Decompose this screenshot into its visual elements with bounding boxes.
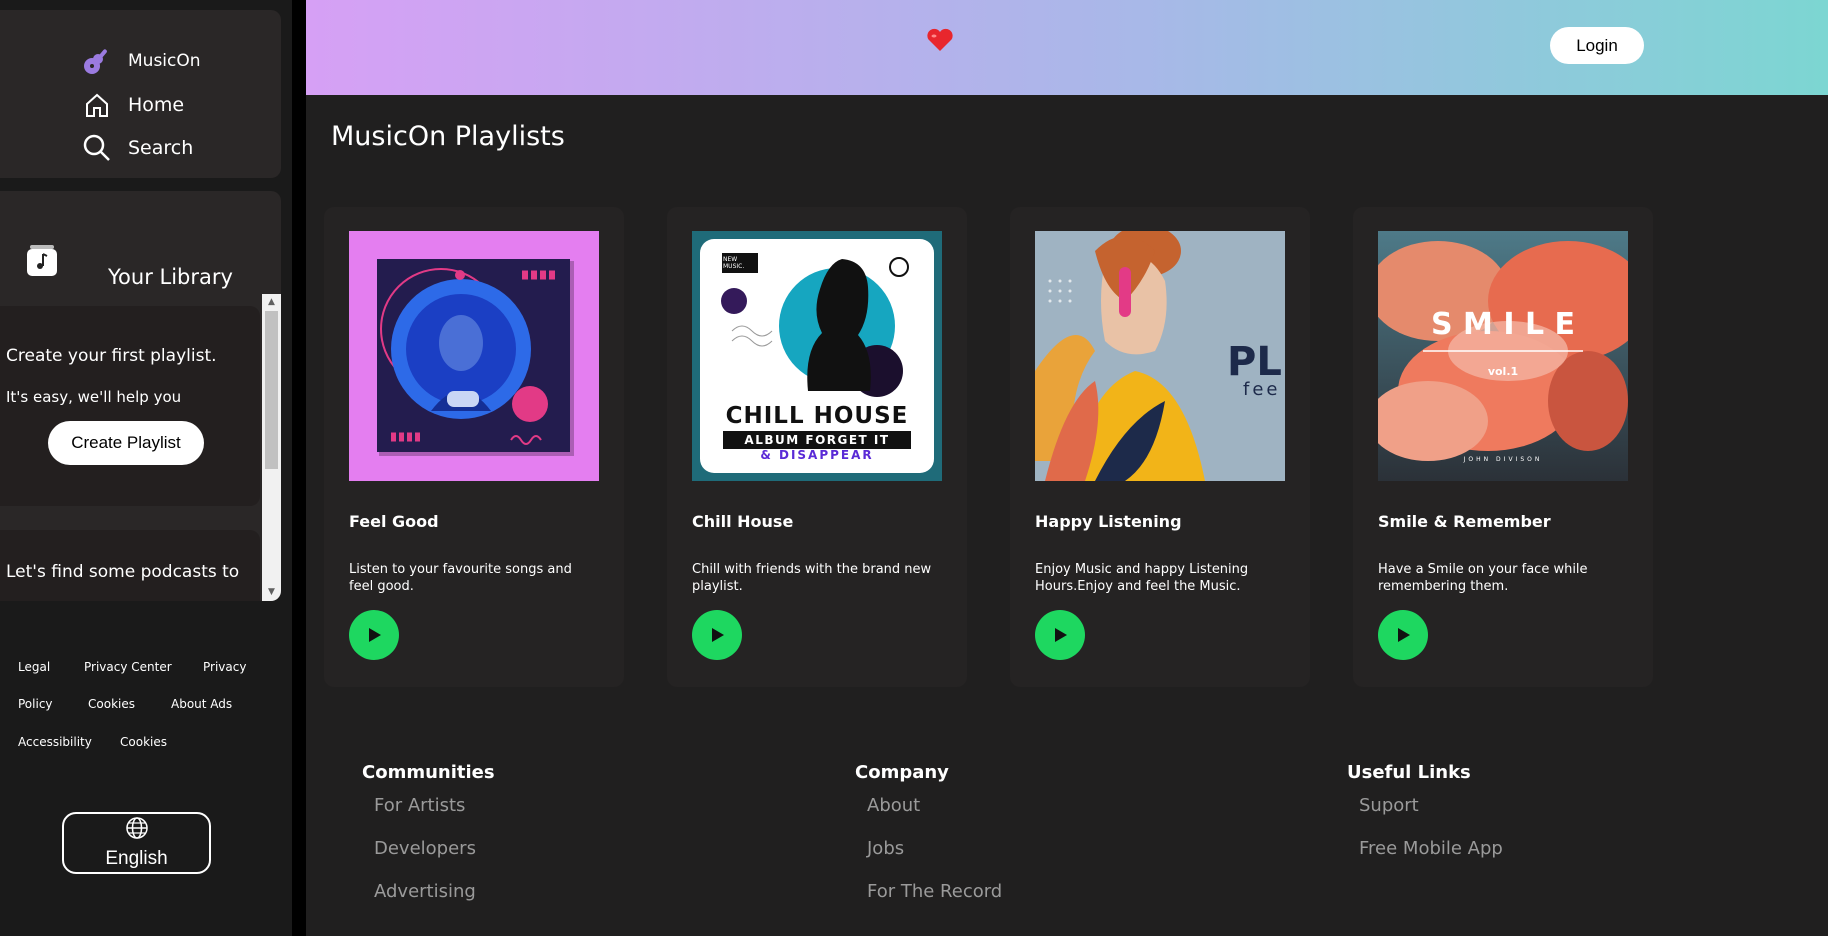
language-button[interactable]: English — [62, 812, 211, 874]
play-button[interactable] — [349, 610, 399, 660]
playlist-description: Have a Smile on your face while remember… — [1378, 562, 1588, 594]
cover-artist: JOHN DIVISON — [1463, 456, 1543, 463]
scroll-up-arrow-icon[interactable]: ▲ — [262, 294, 281, 311]
page-title: MusicOn Playlists — [331, 121, 565, 152]
library-scrollbar[interactable]: ▲ ▼ — [262, 294, 281, 601]
footer-link-developers[interactable]: Developers — [374, 838, 495, 859]
panel-divider — [292, 0, 306, 936]
nav-item-brand[interactable]: MusicOn — [80, 46, 201, 76]
link-cookies[interactable]: Cookies — [88, 697, 135, 711]
playlist-card[interactable]: NEW MUSIC. CHILL HOUSE ALBUM FORGET IT &… — [667, 207, 967, 687]
footer-link-support[interactable]: Suport — [1359, 795, 1503, 816]
play-icon — [712, 628, 724, 642]
play-button[interactable] — [1378, 610, 1428, 660]
home-icon — [80, 90, 114, 120]
footer-link-advertising[interactable]: Advertising — [374, 881, 495, 902]
create-playlist-card: Create your first playlist. It's easy, w… — [0, 306, 260, 506]
sidebar: MusicOn Home Search Your Library Create … — [0, 0, 292, 936]
cover-badge: NEW MUSIC. — [723, 256, 745, 270]
library-title: Your Library — [108, 265, 233, 289]
footer-link-for-the-record[interactable]: For The Record — [867, 881, 1002, 902]
link-privacy[interactable]: Privacy — [203, 660, 246, 674]
playlist-name: Happy Listening — [1035, 512, 1182, 531]
footer-link-about[interactable]: About — [867, 795, 1002, 816]
playlist-card[interactable]: Feel Good Listen to your favourite songs… — [324, 207, 624, 687]
play-icon — [369, 628, 381, 642]
search-icon — [80, 133, 114, 163]
cover-title: CHILL HOUSE — [725, 403, 909, 429]
playlist-card[interactable]: PL fee Happy Listening Enjoy Music and h… — [1010, 207, 1310, 687]
link-policy[interactable]: Policy — [18, 697, 53, 711]
link-privacy-center[interactable]: Privacy Center — [84, 660, 172, 674]
playlist-description: Chill with friends with the brand new pl… — [692, 562, 932, 594]
nav-panel: MusicOn Home Search — [0, 10, 281, 178]
library-scroll-area[interactable]: Create your first playlist. It's easy, w… — [0, 294, 281, 601]
playlist-card[interactable]: S M I L E vol.1 JOHN DIVISON Smile & Rem… — [1353, 207, 1653, 687]
cover-small-text: fee — [1243, 379, 1281, 400]
guitar-icon — [80, 46, 114, 76]
footer-link-for-artists[interactable]: For Artists — [374, 795, 495, 816]
library-icon[interactable] — [26, 243, 58, 277]
create-playlist-subtitle: It's easy, we'll help you — [6, 388, 182, 406]
playlist-name: Smile & Remember — [1378, 512, 1551, 531]
language-label: English — [105, 848, 168, 869]
cover-subtitle-2: & DISAPPEAR — [760, 448, 874, 462]
footer-heading: Communities — [362, 762, 495, 783]
link-cookies-2[interactable]: Cookies — [120, 735, 167, 749]
scroll-down-arrow-icon[interactable]: ▼ — [262, 584, 281, 601]
cover-vol: vol.1 — [1487, 365, 1519, 378]
main-content: Login MusicOn Playlists Feel Good Listen… — [306, 0, 1828, 936]
playlist-cover-feel-good[interactable] — [349, 231, 599, 481]
footer-column-useful-links: Useful Links Suport Free Mobile App — [1347, 762, 1503, 881]
play-icon — [1398, 628, 1410, 642]
login-button[interactable]: Login — [1550, 27, 1644, 64]
cover-title: S M I L E — [1430, 307, 1575, 342]
footer-link-jobs[interactable]: Jobs — [867, 838, 1002, 859]
playlist-description: Enjoy Music and happy Listening Hours.En… — [1035, 562, 1249, 594]
footer-heading: Useful Links — [1347, 762, 1471, 783]
brand-label: MusicOn — [128, 51, 201, 71]
podcast-card-title: Let's find some podcasts to — [6, 562, 240, 582]
scroll-thumb[interactable] — [265, 311, 278, 469]
play-button[interactable] — [1035, 610, 1085, 660]
cover-subtitle: ALBUM FORGET IT — [723, 431, 911, 449]
playlist-name: Chill House — [692, 512, 794, 531]
nav-item-home[interactable]: Home — [80, 90, 184, 120]
globe-icon — [125, 816, 149, 846]
link-accessibility[interactable]: Accessibility — [18, 735, 92, 749]
footer-link-free-mobile-app[interactable]: Free Mobile App — [1359, 838, 1503, 859]
top-bar: Login — [306, 0, 1828, 95]
footer-heading: Company — [855, 762, 949, 783]
playlist-cover-smile-remember[interactable]: S M I L E vol.1 JOHN DIVISON — [1378, 231, 1628, 481]
create-playlist-button[interactable]: Create Playlist — [48, 421, 204, 465]
play-button[interactable] — [692, 610, 742, 660]
footer-column-company: Company About Jobs For The Record — [855, 762, 1002, 924]
podcast-card: Let's find some podcasts to — [0, 530, 260, 601]
link-legal[interactable]: Legal — [18, 660, 50, 674]
playlist-name: Feel Good — [349, 512, 439, 531]
play-icon — [1055, 628, 1067, 642]
nav-item-search[interactable]: Search — [80, 133, 193, 163]
playlist-cover-chill-house[interactable]: NEW MUSIC. CHILL HOUSE ALBUM FORGET IT &… — [692, 231, 942, 481]
nav-label-search: Search — [128, 137, 194, 159]
link-about-ads[interactable]: About Ads — [171, 697, 232, 711]
heart-icon — [926, 28, 954, 52]
playlist-cover-happy-listening[interactable]: PL fee — [1035, 231, 1285, 481]
create-playlist-title: Create your first playlist. — [6, 346, 217, 366]
footer-column-communities: Communities For Artists Developers Adver… — [362, 762, 495, 924]
library-panel: Your Library Create your first playlist.… — [0, 191, 281, 601]
nav-label-home: Home — [128, 94, 185, 116]
playlist-description: Listen to your favourite songs and feel … — [349, 562, 572, 594]
